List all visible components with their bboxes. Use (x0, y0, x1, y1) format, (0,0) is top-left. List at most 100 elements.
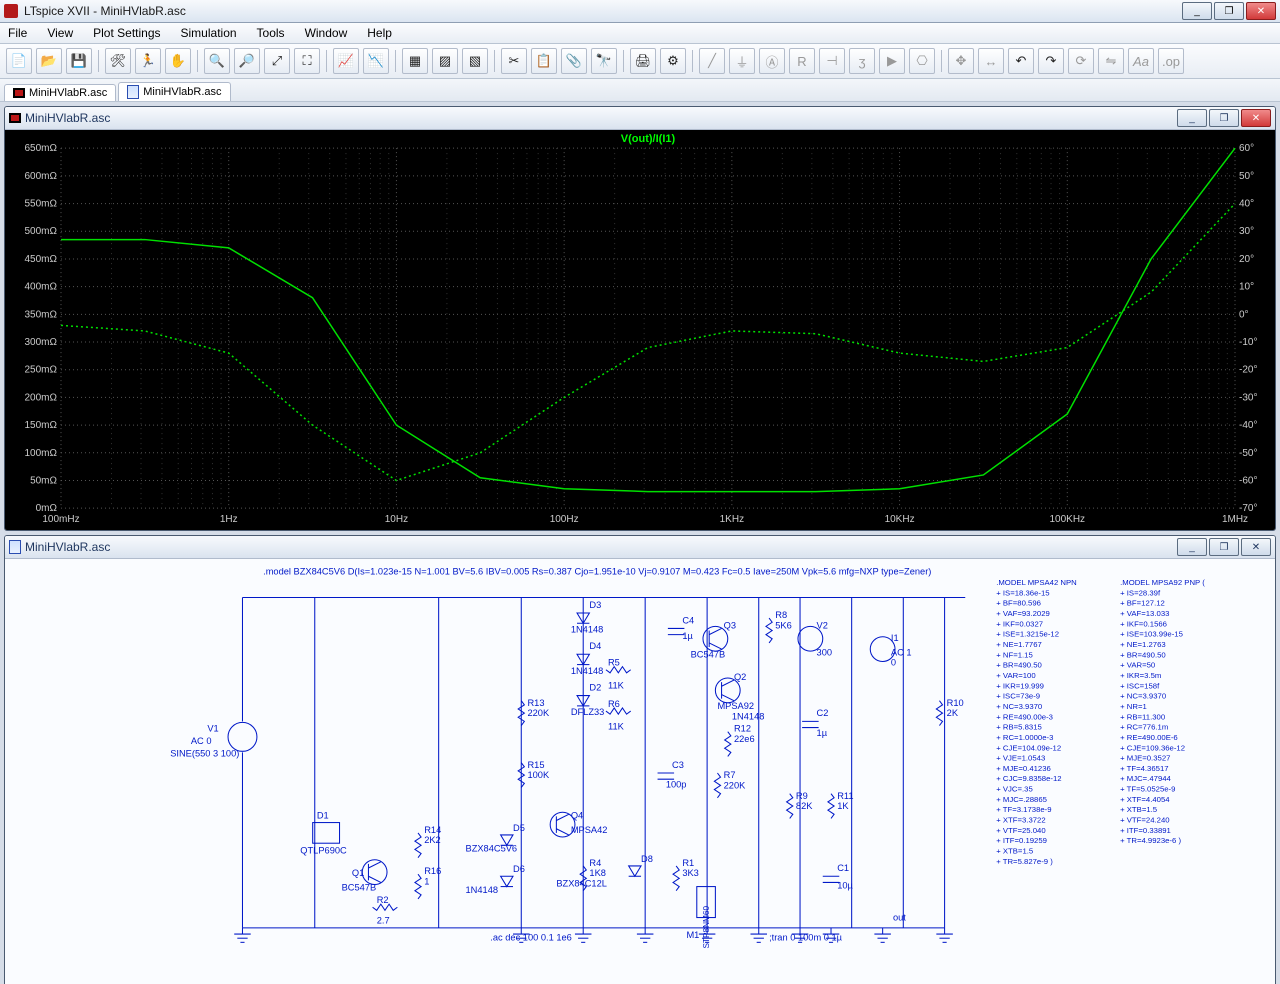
ground-icon[interactable]: ⏚ (729, 48, 755, 74)
svg-text:R15: R15 (527, 760, 544, 770)
svg-text:+ IKR=3.5m: + IKR=3.5m (1120, 671, 1161, 680)
copy-icon[interactable]: 📋 (531, 48, 557, 74)
svg-text:.MODEL MPSA92 PNP (: .MODEL MPSA92 PNP ( (1120, 578, 1205, 587)
svg-text:-40°: -40° (1239, 420, 1257, 431)
waveform-titlebar[interactable]: MiniHVlabR.asc _ ❐ ✕ (5, 107, 1275, 130)
undo-icon[interactable]: ↶ (1008, 48, 1034, 74)
drag-icon[interactable]: ↔ (978, 48, 1004, 74)
spice-dir-icon[interactable]: .op (1158, 48, 1184, 74)
svg-text:Q3: Q3 (724, 621, 736, 631)
find-icon[interactable]: 🔭 (591, 48, 617, 74)
svg-text:+ TF=5.0525e-9: + TF=5.0525e-9 (1120, 785, 1175, 794)
print-icon[interactable]: 🖨 (630, 48, 656, 74)
schematic-titlebar[interactable]: MiniHVlabR.asc _ ❐ ✕ (5, 536, 1275, 559)
svg-text:20°: 20° (1239, 254, 1254, 265)
maximize-button[interactable]: ❐ (1214, 2, 1244, 20)
svg-text:Q2: Q2 (734, 672, 746, 682)
zoom-fit-icon[interactable]: ⛶ (294, 48, 320, 74)
svg-text:22e6: 22e6 (734, 734, 755, 744)
toolbar: 📄 📂 💾 🛠 🏃 ✋ 🔍 🔎 ⤢ ⛶ 📈 📉 ▦ ▨ ▧ ✂ 📋 📎 🔭 🖨 … (0, 44, 1280, 79)
component-icon[interactable]: ⎔ (909, 48, 935, 74)
tile-icon[interactable]: ▦ (402, 48, 428, 74)
svg-text:C1: C1 (837, 863, 849, 873)
svg-text:30°: 30° (1239, 226, 1254, 237)
svg-text:BZX84C12L: BZX84C12L (556, 879, 607, 889)
svg-text:D3: D3 (589, 600, 601, 610)
svg-text:BC547B: BC547B (342, 883, 377, 893)
waveform-plot[interactable]: 650mΩ60°600mΩ50°550mΩ40°500mΩ30°450mΩ20°… (5, 130, 1275, 530)
menu-file[interactable]: File (4, 24, 31, 42)
schematic-canvas[interactable]: .model BZX84C5V6 D(Is=1.023e-15 N=1.001 … (5, 559, 1275, 984)
wire-icon[interactable]: ╱ (699, 48, 725, 74)
svg-text:100Hz: 100Hz (550, 514, 579, 525)
zoom-out-icon[interactable]: 🔎 (234, 48, 260, 74)
save-button[interactable]: 💾 (66, 48, 92, 74)
zoom-in-icon[interactable]: 🔍 (204, 48, 230, 74)
menu-tools[interactable]: Tools (253, 24, 289, 42)
move-icon[interactable]: ✥ (948, 48, 974, 74)
svg-text:+ CJC=9.8358e-12: + CJC=9.8358e-12 (996, 775, 1061, 784)
svg-text:R9: R9 (796, 791, 808, 801)
svg-text:+ XTF=3.3722: + XTF=3.3722 (996, 816, 1045, 825)
schematic-min-button[interactable]: _ (1177, 538, 1207, 556)
new-schematic-button[interactable]: 📄 (6, 48, 32, 74)
waveform-close-button[interactable]: ✕ (1241, 109, 1271, 127)
menu-plotsettings[interactable]: Plot Settings (89, 24, 164, 42)
autorange-icon[interactable]: 📈 (333, 48, 359, 74)
svg-text:+ ISC=73e-9: + ISC=73e-9 (996, 692, 1040, 701)
cap-icon[interactable]: ⊣ (819, 48, 845, 74)
paste-icon[interactable]: 📎 (561, 48, 587, 74)
svg-text:;tran 0 100m 0 1µ: ;tran 0 100m 0 1µ (769, 933, 843, 943)
svg-text:10µ: 10µ (837, 881, 853, 891)
mirror-icon[interactable]: ⇋ (1098, 48, 1124, 74)
svg-text:+ VAF=13.033: + VAF=13.033 (1120, 609, 1169, 618)
waveform-min-button[interactable]: _ (1177, 109, 1207, 127)
close-windows-icon[interactable]: ▧ (462, 48, 488, 74)
schematic-close-button[interactable]: ✕ (1241, 538, 1271, 556)
resistor-icon[interactable]: R (789, 48, 815, 74)
rotate-icon[interactable]: ⟳ (1068, 48, 1094, 74)
pan-button[interactable]: ✋ (165, 48, 191, 74)
svg-text:+ IKR=19.999: + IKR=19.999 (996, 682, 1044, 691)
svg-text:BZX84C5V6: BZX84C5V6 (466, 844, 518, 854)
diode-icon[interactable]: ▶ (879, 48, 905, 74)
svg-text:SINE(550 3 100): SINE(550 3 100) (170, 749, 239, 759)
print-setup-icon[interactable]: ⚙ (660, 48, 686, 74)
svg-text:+ RB=5.8315: + RB=5.8315 (996, 723, 1042, 732)
svg-text:+ VTF=25.040: + VTF=25.040 (996, 826, 1045, 835)
tab-waveform[interactable]: MiniHVlabR.asc (4, 84, 116, 101)
cascade-icon[interactable]: ▨ (432, 48, 458, 74)
svg-text:250mΩ: 250mΩ (25, 365, 58, 376)
menu-help[interactable]: Help (363, 24, 396, 42)
svg-text:1N4148: 1N4148 (466, 885, 499, 895)
svg-text:+ BR=490.50: + BR=490.50 (1120, 651, 1166, 660)
text-icon[interactable]: Aa (1128, 48, 1154, 74)
redo-icon[interactable]: ↷ (1038, 48, 1064, 74)
svg-text:1KHz: 1KHz (720, 514, 744, 525)
waveform-max-button[interactable]: ❐ (1209, 109, 1239, 127)
svg-text:100K: 100K (527, 771, 549, 781)
run-button[interactable]: 🏃 (135, 48, 161, 74)
svg-text:QTLP690C: QTLP690C (300, 846, 347, 856)
tab-schematic[interactable]: MiniHVlabR.asc (118, 82, 230, 101)
menu-view[interactable]: View (43, 24, 77, 42)
svg-text:+ VJE=1.0543: + VJE=1.0543 (996, 754, 1045, 763)
zoom-area-icon[interactable]: ⤢ (264, 48, 290, 74)
minimize-button[interactable]: _ (1182, 2, 1212, 20)
menu-window[interactable]: Window (301, 24, 352, 42)
svg-text:300mΩ: 300mΩ (25, 337, 58, 348)
menu-simulation[interactable]: Simulation (177, 24, 241, 42)
cut-icon[interactable]: ✂ (501, 48, 527, 74)
schematic-max-button[interactable]: ❐ (1209, 538, 1239, 556)
svg-text:.MODEL MPSA42 NPN: .MODEL MPSA42 NPN (996, 578, 1077, 587)
svg-text:+ VTF=24.240: + VTF=24.240 (1120, 816, 1169, 825)
label-icon[interactable]: Ⓐ (759, 48, 785, 74)
add-trace-icon[interactable]: 📉 (363, 48, 389, 74)
open-button[interactable]: 📂 (36, 48, 62, 74)
waveform-window: MiniHVlabR.asc _ ❐ ✕ 650mΩ60°600mΩ50°550… (4, 106, 1276, 531)
close-button[interactable]: ✕ (1246, 2, 1276, 20)
svg-text:R5: R5 (608, 658, 620, 668)
inductor-icon[interactable]: ʒ (849, 48, 875, 74)
pick-button[interactable]: 🛠 (105, 48, 131, 74)
svg-text:+ TR=4.9923e-6 ): + TR=4.9923e-6 ) (1120, 837, 1181, 846)
